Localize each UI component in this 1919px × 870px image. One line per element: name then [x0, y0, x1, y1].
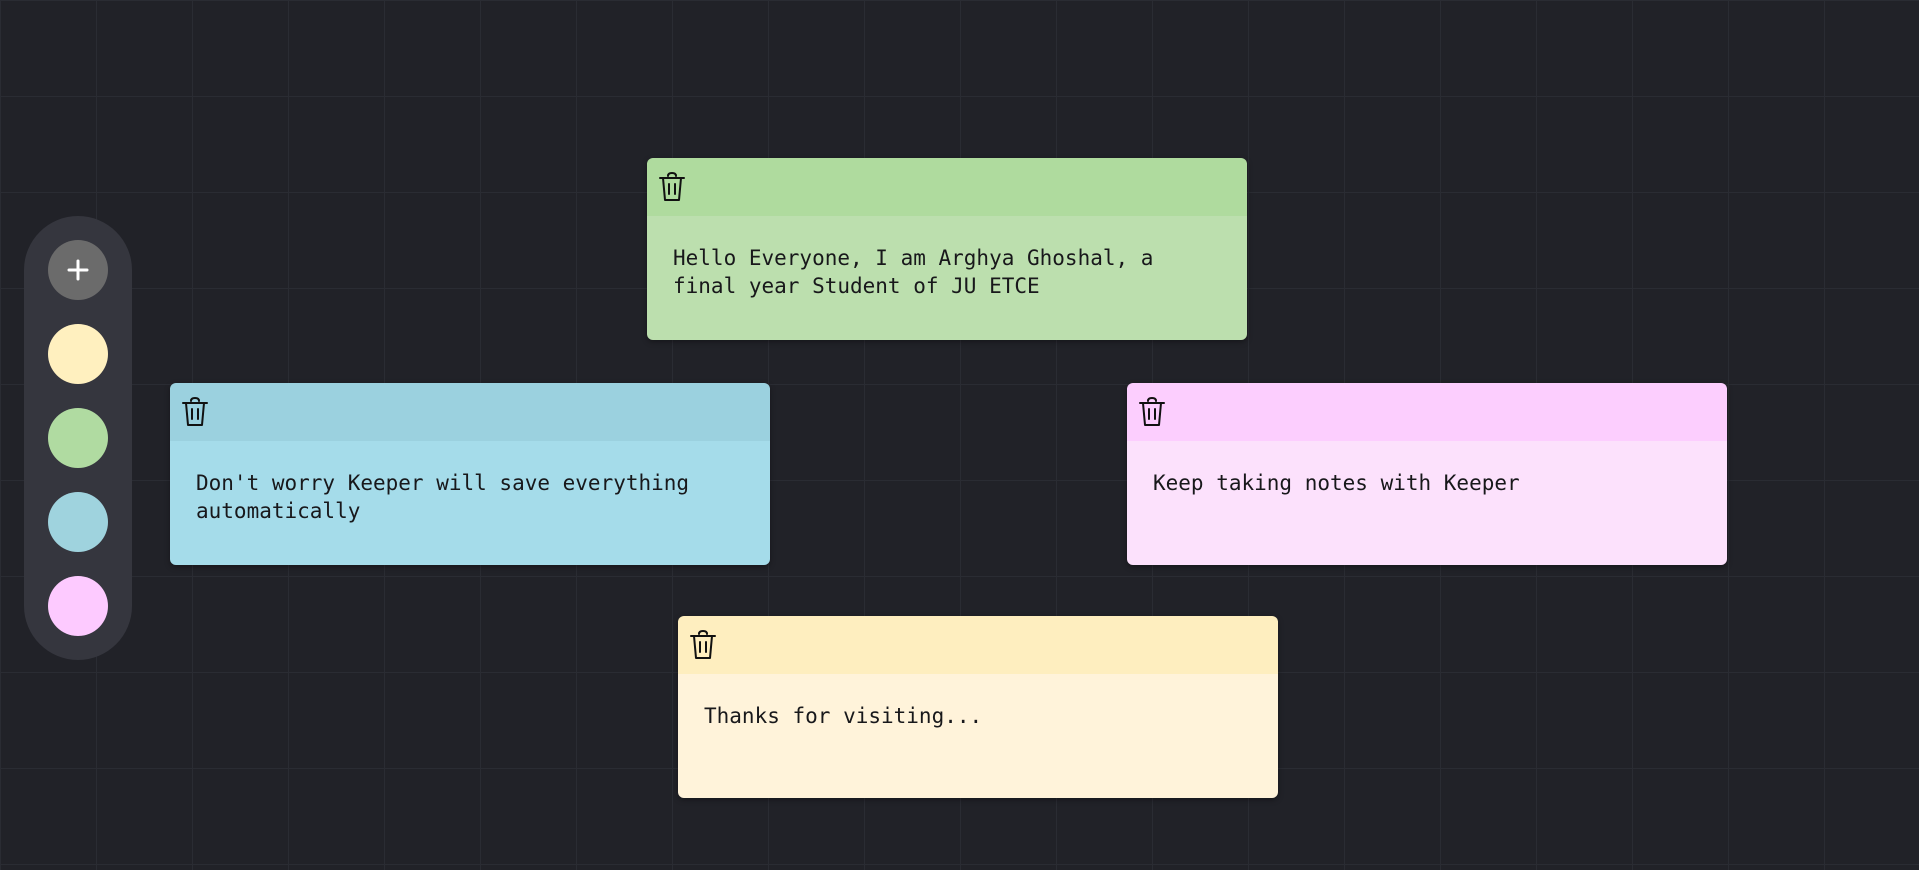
note-text[interactable]: Keep taking notes with Keeper: [1127, 441, 1727, 565]
note-card[interactable]: Keep taking notes with Keeper: [1127, 383, 1727, 565]
note-header[interactable]: [678, 616, 1278, 674]
note-text[interactable]: Thanks for visiting...: [678, 674, 1278, 798]
note-header[interactable]: [170, 383, 770, 441]
color-swatch-green[interactable]: [48, 408, 108, 468]
note-header[interactable]: [1127, 383, 1727, 441]
color-swatch-yellow[interactable]: [48, 324, 108, 384]
color-swatch-pink[interactable]: [48, 576, 108, 636]
trash-icon[interactable]: [657, 172, 687, 202]
note-header[interactable]: [647, 158, 1247, 216]
note-card[interactable]: Hello Everyone, I am Arghya Ghoshal, a f…: [647, 158, 1247, 340]
trash-icon[interactable]: [180, 397, 210, 427]
trash-icon[interactable]: [688, 630, 718, 660]
note-text[interactable]: Don't worry Keeper will save everything …: [170, 441, 770, 565]
note-text[interactable]: Hello Everyone, I am Arghya Ghoshal, a f…: [647, 216, 1247, 340]
plus-icon: [67, 259, 89, 281]
color-swatch-blue[interactable]: [48, 492, 108, 552]
note-card[interactable]: Thanks for visiting...: [678, 616, 1278, 798]
add-note-button[interactable]: [48, 240, 108, 300]
note-card[interactable]: Don't worry Keeper will save everything …: [170, 383, 770, 565]
trash-icon[interactable]: [1137, 397, 1167, 427]
color-palette-sidebar: [24, 216, 132, 660]
